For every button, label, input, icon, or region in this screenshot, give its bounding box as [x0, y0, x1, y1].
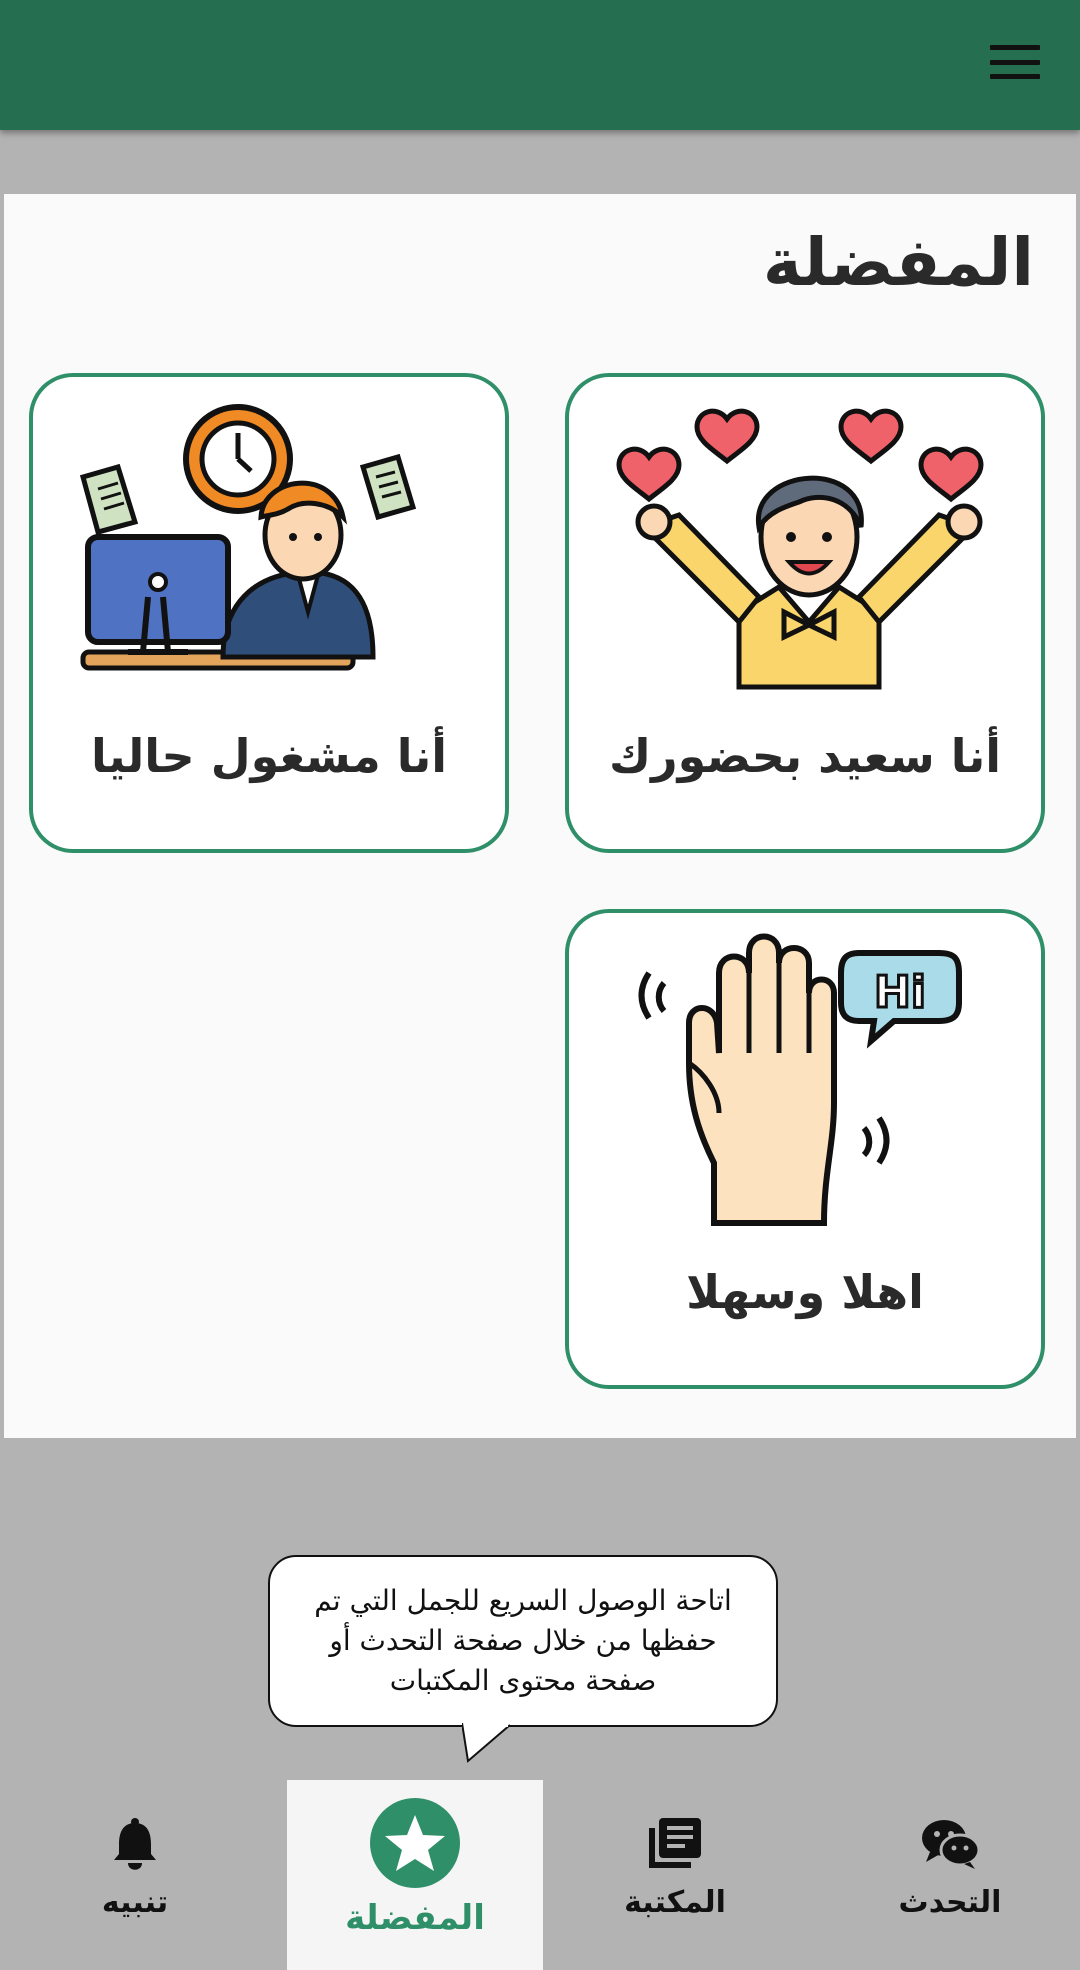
star-icon: [370, 1798, 460, 1888]
tooltip-line: صفحة محتوى المكتبات: [389, 1664, 657, 1697]
nav-item-library[interactable]: المكتبة: [545, 1780, 805, 1970]
app-bar: [0, 0, 1080, 130]
tooltip-line: اتاحة الوصول السريع للجمل التي تم: [314, 1584, 732, 1617]
library-books-icon: [649, 1818, 701, 1868]
favorite-card-busy[interactable]: أنا مشغول حاليا: [29, 373, 509, 853]
tooltip-tail: [462, 1723, 511, 1763]
card-label: أنا مشغول حاليا: [90, 729, 448, 783]
card-label: اهلا وسهلا: [686, 1265, 924, 1319]
favorites-panel: المفضلة أنا سعيد بحضورك أنا مشغول حاليا …: [4, 194, 1076, 1438]
bell-icon: [114, 1818, 156, 1870]
favorite-card-happy[interactable]: أنا سعيد بحضورك: [565, 373, 1045, 853]
tooltip-line: حفظها من خلال صفحة التحدث أو: [329, 1624, 717, 1657]
nav-label: المفضلة: [345, 1898, 485, 1938]
card-label: أنا سعيد بحضورك: [608, 729, 1002, 783]
wechat-icon: [922, 1820, 980, 1869]
happy-person-hearts-icon: [616, 408, 984, 690]
svg-text:Hi: Hi: [874, 967, 926, 1018]
onboarding-tooltip: اتاحة الوصول السريع للجمل التي تم حفظها …: [268, 1555, 778, 1727]
nav-item-alert[interactable]: تنبيه: [0, 1780, 270, 1970]
busy-office-worker-icon: [79, 404, 417, 671]
nav-item-favorites[interactable]: المفضلة: [287, 1780, 543, 1970]
nav-label: التحدث: [898, 1885, 1002, 1920]
page-title: المفضلة: [762, 224, 1034, 301]
waving-hand-hi-icon: Hi: [638, 933, 962, 1226]
nav-label: تنبيه: [101, 1885, 169, 1920]
nav-label: المكتبة: [624, 1885, 726, 1920]
favorite-card-hello[interactable]: Hi اهلا وسهلا: [565, 909, 1045, 1389]
bottom-navigation: التحدث المكتبة المفضلة تنبيه: [0, 1780, 1080, 1970]
hamburger-menu-icon[interactable]: [990, 40, 1040, 84]
nav-item-speak[interactable]: التحدث: [820, 1780, 1080, 1970]
